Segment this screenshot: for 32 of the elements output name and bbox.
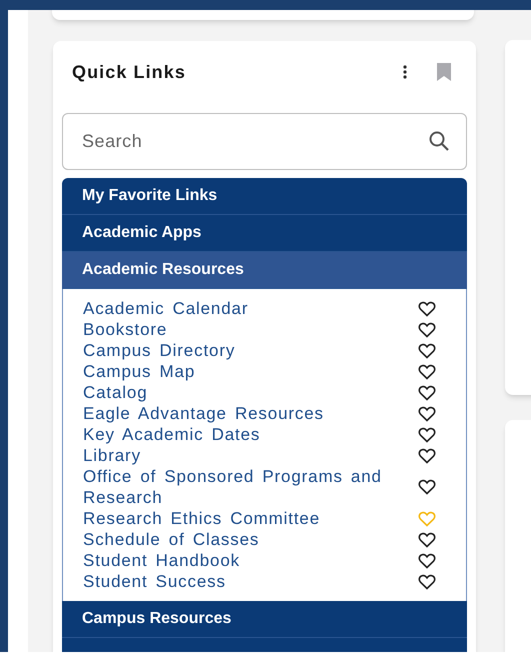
heart-icon[interactable] [418, 426, 436, 442]
resource-link[interactable]: Key Academic Dates [83, 424, 418, 445]
resource-link[interactable]: Eagle Advantage Resources [83, 403, 418, 424]
heart-icon[interactable] [418, 406, 436, 422]
search-icon [429, 131, 449, 151]
resource-link[interactable]: Campus Map [83, 361, 418, 382]
resource-link[interactable]: Campus Directory [83, 340, 418, 361]
heart-icon[interactable] [418, 479, 436, 495]
heart-icon[interactable] [418, 574, 436, 590]
resource-link[interactable]: Research Ethics Committee [83, 508, 418, 529]
resource-link[interactable]: Bookstore [83, 319, 418, 340]
section-header[interactable]: My Favorite Links [62, 178, 467, 215]
resource-link[interactable]: Library [83, 445, 418, 466]
heart-icon[interactable] [418, 384, 436, 400]
section-header[interactable]: Academic Resources [62, 252, 467, 289]
resource-link[interactable]: Student Success [83, 571, 418, 592]
heart-icon[interactable] [418, 532, 436, 548]
card-title: Quick Links [72, 60, 187, 84]
section-header[interactable]: Campus Resources [62, 601, 467, 638]
resource-link[interactable]: Schedule of Classes [83, 529, 418, 550]
resource-link[interactable]: Catalog [83, 382, 418, 403]
heart-icon[interactable] [418, 448, 436, 464]
resource-link[interactable]: Academic Calendar [83, 298, 418, 319]
section-header[interactable]: Academic Apps [62, 215, 467, 252]
heart-icon[interactable] [418, 552, 436, 568]
search-field[interactable]: Search [62, 113, 467, 170]
resource-link[interactable]: Office of Sponsored Programs and Research [83, 466, 418, 508]
heart-icon[interactable] [418, 342, 436, 358]
heart-icon[interactable] [418, 322, 436, 338]
heart-icon[interactable] [418, 300, 436, 316]
heart-icon[interactable] [418, 364, 436, 380]
resource-link[interactable]: Student Handbook [83, 550, 418, 571]
